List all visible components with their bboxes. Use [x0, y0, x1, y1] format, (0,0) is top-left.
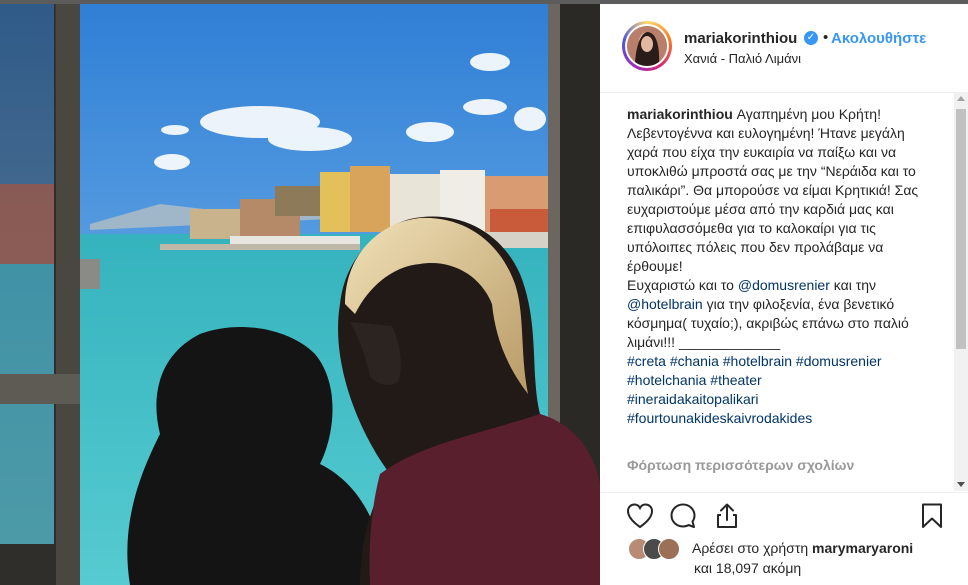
- hashtag[interactable]: #hotelchania: [627, 372, 706, 388]
- save-button[interactable]: [917, 501, 947, 531]
- caption-text-2a: Ευχαριστώ και το: [627, 277, 738, 293]
- load-more-comments-button[interactable]: Φόρτωση περισσότερων σχολίων: [627, 457, 854, 473]
- username-link[interactable]: mariakorinthiou: [684, 30, 797, 47]
- avatar[interactable]: [622, 21, 672, 71]
- likes-section: Αρέσει στο χρήστη marymaryaroni και 18,0…: [600, 534, 968, 585]
- likes-prefix: Αρέσει στο χρήστη: [692, 540, 813, 556]
- scrollbar-thumb[interactable]: [956, 109, 966, 349]
- scroll-up-icon[interactable]: [957, 96, 965, 101]
- post-panel: mariakorinthiou ✓ • Ακολουθήστε Χανιά - …: [600, 4, 968, 585]
- hashtag[interactable]: #theater: [710, 372, 761, 388]
- hashtag[interactable]: #hotelbrain: [723, 353, 792, 369]
- liker-avatars[interactable]: [628, 538, 688, 560]
- mention-hotelbrain[interactable]: @hotelbrain: [627, 296, 703, 312]
- bookmark-icon: [922, 503, 942, 528]
- mention-domusrenier[interactable]: @domusrenier: [738, 277, 830, 293]
- location-link[interactable]: Χανιά - Παλιό Λιμάνι: [684, 51, 801, 66]
- hashtag[interactable]: #domusrenier: [796, 353, 882, 369]
- hashtag[interactable]: #chania: [670, 353, 719, 369]
- liker-username-link[interactable]: marymaryaroni: [812, 540, 913, 556]
- likes-text: Αρέσει στο χρήστη marymaryaroni: [692, 540, 913, 556]
- harbor-window-image: [0, 4, 600, 585]
- hashtag[interactable]: #creta: [627, 353, 666, 369]
- comments-area[interactable]: mariakorinthiou Αγαπημένη μου Κρήτη! Λεβ…: [600, 93, 956, 478]
- separator-dot: •: [823, 29, 829, 46]
- caption-username[interactable]: mariakorinthiou: [627, 106, 733, 122]
- scroll-down-icon[interactable]: [957, 482, 965, 487]
- comment-icon: [670, 503, 696, 528]
- hashtag[interactable]: #fourtounakideskaivrodakides: [627, 410, 812, 426]
- like-button[interactable]: [625, 501, 655, 531]
- hashtag[interactable]: #ineraidakaitopalikari: [627, 391, 759, 407]
- post-photo[interactable]: [0, 4, 600, 585]
- post-header: mariakorinthiou ✓ • Ακολουθήστε Χανιά - …: [600, 4, 968, 93]
- comment-button[interactable]: [668, 501, 698, 531]
- share-button[interactable]: [712, 501, 742, 531]
- likes-count-link[interactable]: και 18,097 ακόμη: [694, 560, 801, 576]
- comments-scrollbar[interactable]: [954, 93, 968, 491]
- verified-badge-icon: ✓: [804, 31, 818, 45]
- heart-icon: [626, 503, 654, 529]
- avatar: [658, 538, 680, 560]
- follow-button[interactable]: Ακολουθήστε: [831, 30, 926, 47]
- avatar-photo: [627, 26, 667, 66]
- caption: mariakorinthiou Αγαπημένη μου Κρήτη! Λεβ…: [627, 105, 927, 428]
- caption-text: Αγαπημένη μου Κρήτη! Λεβεντογέννα και ευ…: [627, 106, 919, 274]
- caption-text-2b: και την: [829, 277, 877, 293]
- share-icon: [717, 503, 737, 528]
